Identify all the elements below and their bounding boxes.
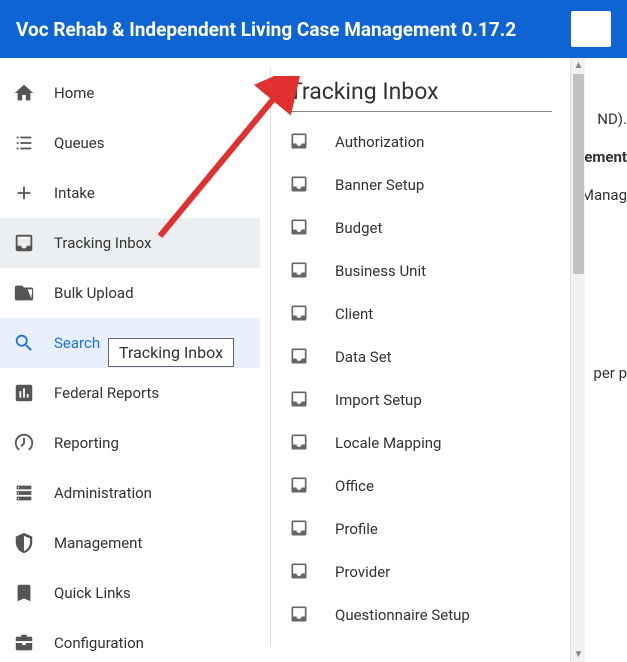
sidebar-item-label: Quick Links bbox=[54, 584, 131, 602]
flyout-item-label: Business Unit bbox=[335, 262, 426, 280]
bookmark-icon bbox=[12, 581, 36, 605]
flyout-item-label: Provider bbox=[335, 563, 390, 581]
scroll-down-icon[interactable]: ▼ bbox=[571, 647, 586, 662]
inbox-icon bbox=[289, 389, 311, 411]
flyout-item-label: Authorization bbox=[335, 133, 424, 151]
shield-icon bbox=[12, 531, 36, 555]
sidebar-item-bulk-upload[interactable]: Bulk Upload bbox=[0, 268, 260, 318]
sidebar-item-configuration[interactable]: Configuration bbox=[0, 618, 260, 662]
sidebar-item-label: Reporting bbox=[54, 434, 119, 452]
list-icon bbox=[12, 131, 36, 155]
flyout-item-authorization[interactable]: Authorization bbox=[289, 120, 552, 163]
flyout-item-label: Locale Mapping bbox=[335, 434, 441, 452]
tracking-inbox-flyout: Tracking Inbox Authorization Banner Setu… bbox=[270, 68, 570, 646]
sidebar-item-quick-links[interactable]: Quick Links bbox=[0, 568, 260, 618]
flyout-item-data-set[interactable]: Data Set bbox=[289, 335, 552, 378]
inbox-icon bbox=[289, 217, 311, 239]
inbox-icon bbox=[289, 518, 311, 540]
sidebar-item-label: Configuration bbox=[54, 634, 144, 652]
flyout-item-client[interactable]: Client bbox=[289, 292, 552, 335]
flyout-item-questionnaire-setup[interactable]: Questionnaire Setup bbox=[289, 593, 552, 636]
flyout-item-label: Questionnaire Setup bbox=[335, 606, 470, 624]
tooltip: Tracking Inbox bbox=[108, 338, 234, 367]
sidebar-item-intake[interactable]: Intake bbox=[0, 168, 260, 218]
flyout-item-profile[interactable]: Profile bbox=[289, 507, 552, 550]
sidebar-item-reporting[interactable]: Reporting bbox=[0, 418, 260, 468]
sidebar-item-label: Management bbox=[54, 534, 142, 552]
flyout-item-budget[interactable]: Budget bbox=[289, 206, 552, 249]
sidebar-item-administration[interactable]: Administration bbox=[0, 468, 260, 518]
sidebar-item-label: Federal Reports bbox=[54, 384, 159, 402]
search-icon bbox=[12, 331, 36, 355]
flyout-item-banner-setup[interactable]: Banner Setup bbox=[289, 163, 552, 206]
scroll-up-icon[interactable]: ▲ bbox=[571, 58, 586, 73]
inbox-icon bbox=[289, 475, 311, 497]
sidebar-item-label: Intake bbox=[54, 184, 95, 202]
gauge-icon bbox=[12, 431, 36, 455]
inbox-icon bbox=[289, 604, 311, 626]
inbox-icon bbox=[289, 303, 311, 325]
bg-text: Manag bbox=[581, 186, 627, 204]
flyout-item-label: Import Setup bbox=[335, 391, 422, 409]
plus-icon bbox=[12, 181, 36, 205]
flyout-item-label: Budget bbox=[335, 219, 382, 237]
bg-text: per p bbox=[593, 364, 627, 382]
sidebar-item-label: Tracking Inbox bbox=[54, 234, 152, 252]
sidebar-item-label: Bulk Upload bbox=[54, 284, 134, 302]
servers-icon bbox=[12, 481, 36, 505]
flyout-item-label: Data Set bbox=[335, 348, 392, 366]
sidebar-item-label: Administration bbox=[54, 484, 152, 502]
home-icon bbox=[12, 81, 36, 105]
inbox-icon bbox=[289, 432, 311, 454]
inbox-icon bbox=[289, 131, 311, 153]
app-title: Voc Rehab & Independent Living Case Mana… bbox=[16, 18, 516, 41]
inbox-icon bbox=[289, 174, 311, 196]
sidebar-item-label: Queues bbox=[54, 134, 105, 152]
flyout-item-label: Banner Setup bbox=[335, 176, 424, 194]
flyout-item-provider[interactable]: Provider bbox=[289, 550, 552, 593]
inbox-icon bbox=[289, 561, 311, 583]
sidebar-item-management[interactable]: Management bbox=[0, 518, 260, 568]
flyout-item-label: Office bbox=[335, 477, 374, 495]
toolbox-icon bbox=[12, 631, 36, 655]
scroll-thumb[interactable] bbox=[573, 74, 584, 274]
sidebar-item-federal-reports[interactable]: Federal Reports bbox=[0, 368, 260, 418]
flyout-item-label: Profile bbox=[335, 520, 378, 538]
sidebar-item-label: Home bbox=[54, 84, 94, 102]
inbox-icon bbox=[289, 346, 311, 368]
inbox-icon bbox=[12, 231, 36, 255]
flyout-item-locale-mapping[interactable]: Locale Mapping bbox=[289, 421, 552, 464]
flyout-item-import-setup[interactable]: Import Setup bbox=[289, 378, 552, 421]
flyout-item-label: Client bbox=[335, 305, 373, 323]
sidebar-item-queues[interactable]: Queues bbox=[0, 118, 260, 168]
folder-icon bbox=[12, 281, 36, 305]
inbox-icon bbox=[289, 260, 311, 282]
bg-text: ND). bbox=[597, 110, 627, 128]
sidebar-item-home[interactable]: Home bbox=[0, 68, 260, 118]
barchart-icon bbox=[12, 381, 36, 405]
header-button[interactable] bbox=[571, 11, 611, 47]
flyout-item-business-unit[interactable]: Business Unit bbox=[289, 249, 552, 292]
sidebar-item-tracking-inbox[interactable]: Tracking Inbox bbox=[0, 218, 260, 268]
bg-text: ement bbox=[584, 148, 627, 166]
flyout-title: Tracking Inbox bbox=[289, 78, 552, 112]
scrollbar[interactable]: ▲ ▼ bbox=[570, 58, 585, 662]
sidebar-item-label: Search bbox=[54, 334, 100, 352]
app-header: Voc Rehab & Independent Living Case Mana… bbox=[0, 0, 627, 58]
flyout-item-office[interactable]: Office bbox=[289, 464, 552, 507]
